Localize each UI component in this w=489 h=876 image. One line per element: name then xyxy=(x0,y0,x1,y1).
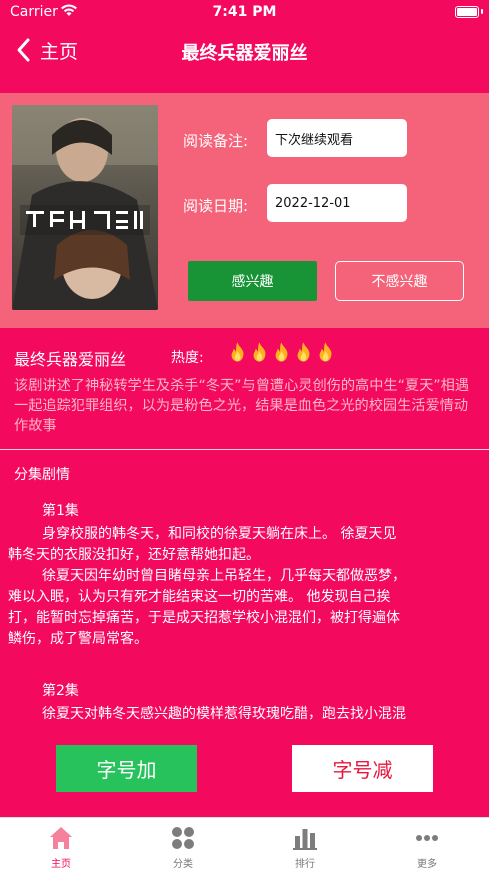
tab-label: 主页 xyxy=(51,859,71,870)
episode-2-title: 第2集 xyxy=(42,683,79,699)
clock: 7:41 PM xyxy=(212,4,277,20)
poster-image xyxy=(12,105,158,310)
heat-rating xyxy=(226,340,336,364)
section-divider xyxy=(0,449,489,450)
flame-icon xyxy=(253,342,266,362)
episode-1-line: 韩冬天的衣服没扣好，还好意帮她扣起。 xyxy=(8,547,260,563)
episode-1-line: 徐夏天因年幼时曾目睹母亲上吊轻生，几乎每天都做恶梦， xyxy=(42,568,406,584)
tab-label: 分类 xyxy=(173,859,193,870)
heat-label: 热度: xyxy=(171,350,204,366)
tab-ranking[interactable]: 排行 xyxy=(244,824,366,874)
episode-1-line: 打，能暂时忘掉痛苦，于是成天招惹学校小混混们，被打得遍体 xyxy=(8,610,400,626)
note-label: 阅读备注: xyxy=(183,132,249,150)
episodes-heading: 分集剧情 xyxy=(14,467,70,483)
battery-icon xyxy=(455,6,479,18)
tab-label: 排行 xyxy=(295,859,315,870)
episode-1-title: 第1集 xyxy=(42,503,79,519)
flame-icon xyxy=(319,342,332,362)
episode-2-line: 徐夏天对韩冬天感兴趣的模样惹得玫瑰吃醋，跑去找小混混 xyxy=(42,706,406,722)
tab-bar: 主页 分类 排行 更多 xyxy=(0,817,489,876)
episodes-scroll[interactable]: 第1集 身穿校服的韩冬天，和同校的徐夏天躺在床上。 徐夏天见 韩冬天的衣服没扣好… xyxy=(0,500,489,730)
not-interested-button[interactable]: 不感兴趣 xyxy=(335,261,464,301)
show-title: 最终兵器爱丽丝 xyxy=(14,350,127,369)
tab-label: 更多 xyxy=(417,859,437,870)
status-bar: Carrier 7:41 PM xyxy=(0,0,489,26)
home-icon xyxy=(50,827,72,849)
show-description: 该剧讲述了神秘转学生及杀手“冬天”与曾遭心灵创伤的高中生“夏天”相遇一起追踪犯罪… xyxy=(14,378,470,434)
episode-1-line: 难以入眠，认为只有死才能结束这一切的苦难。 他发现自己挨 xyxy=(8,589,391,605)
font-decrease-button[interactable]: 字号减 xyxy=(292,745,433,792)
info-panel: 阅读备注: 阅读日期: 感兴趣 不感兴趣 xyxy=(0,93,489,328)
more-icon xyxy=(416,835,438,841)
note-input[interactable] xyxy=(267,119,407,157)
flame-icon xyxy=(297,342,310,362)
episode-1-line: 身穿校服的韩冬天，和同校的徐夏天躺在床上。 徐夏天见 xyxy=(42,526,397,542)
app-screen: Carrier 7:41 PM 主页 最终兵器爱丽丝 阅读备注: 下次继续观看 … xyxy=(0,0,489,876)
tab-home[interactable]: 主页 xyxy=(0,824,122,874)
tab-category[interactable]: 分类 xyxy=(122,824,244,874)
battery-tip xyxy=(481,9,483,14)
category-icon xyxy=(172,827,194,849)
flame-icon xyxy=(231,342,244,362)
poster-artwork xyxy=(12,105,158,310)
nav-bar: 主页 最终兵器爱丽丝 xyxy=(0,26,489,76)
flame-icon xyxy=(275,342,288,362)
date-input[interactable] xyxy=(267,184,407,222)
font-increase-button[interactable]: 字号加 xyxy=(56,745,197,792)
tab-more[interactable]: 更多 xyxy=(366,824,488,874)
date-label: 阅读日期: xyxy=(183,197,249,215)
page-title: 最终兵器爱丽丝 xyxy=(181,43,308,64)
interested-button[interactable]: 感兴趣 xyxy=(188,261,317,301)
episode-1-line: 鳞伤，成了警局常客。 xyxy=(8,631,148,647)
ranking-icon xyxy=(293,829,317,850)
